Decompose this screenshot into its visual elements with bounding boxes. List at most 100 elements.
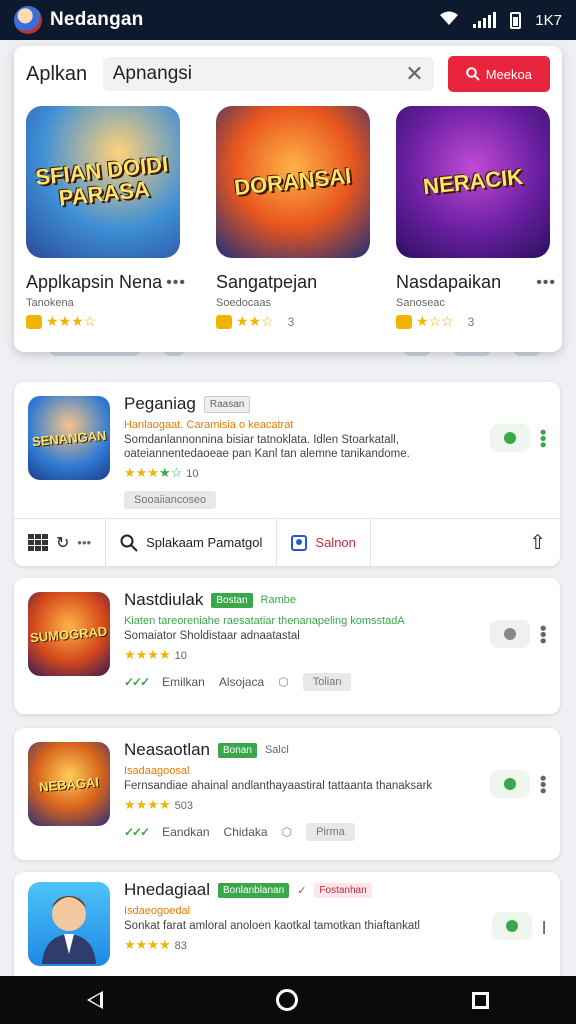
app-card[interactable]: Hnedagiaal Bonlanblanan ✓ Fostanhan Isdaeog… bbox=[14, 872, 560, 992]
search-box[interactable]: ✕ bbox=[102, 57, 434, 91]
app-rating: ★★★★☆ 10 bbox=[124, 465, 470, 481]
toolbar-salon-label: Salnon bbox=[315, 535, 356, 550]
more-vertical-icon[interactable]: ••• bbox=[533, 625, 553, 644]
featured-app-image[interactable]: SFIAN DOIDI PARASA bbox=[26, 106, 180, 258]
refresh-icon[interactable]: ↻ bbox=[56, 533, 69, 553]
more-vertical-icon[interactable]: | bbox=[542, 919, 546, 933]
more-icon[interactable]: ••• bbox=[77, 535, 91, 550]
meta-left: Emilkan bbox=[162, 675, 205, 689]
featured-app[interactable]: DORANSAI Sangatpejan Soedocaas ★★☆ 3 bbox=[216, 106, 376, 330]
app-actions: ••• bbox=[490, 424, 553, 452]
toolbar-search-label: Splakaam Pamatgol bbox=[146, 535, 263, 550]
person-avatar-icon bbox=[42, 896, 96, 964]
featured-app-name: Applkapsin Nena bbox=[26, 272, 163, 292]
search-button[interactable]: Meekoa bbox=[447, 56, 550, 92]
toolbar-left: ↻ ••• bbox=[14, 519, 107, 566]
meta-left: Eandkan bbox=[162, 825, 210, 839]
rating: ★☆☆ 3 bbox=[396, 313, 556, 330]
card-toolbar: ↻ ••• Splakaam Pamatgol Salnon ⇧ bbox=[14, 518, 560, 566]
toggle-icon bbox=[504, 432, 516, 444]
grid-icon[interactable] bbox=[28, 533, 48, 552]
app-icon[interactable] bbox=[28, 882, 110, 966]
more-vertical-icon[interactable]: ••• bbox=[533, 775, 553, 794]
featured-app-image[interactable]: NERACIK bbox=[396, 106, 550, 258]
featured-app-subtitle: Tanokena bbox=[26, 297, 74, 309]
meta-pill[interactable]: Tolian bbox=[302, 673, 352, 691]
search-row: Aplkan ✕ Meekoa bbox=[26, 56, 550, 92]
badge-icon bbox=[26, 314, 42, 329]
app-title: Nastdiulak bbox=[124, 590, 204, 609]
app-card[interactable]: NEBAGAI Neasaotlan Bonan Salcl Isadaagoosa… bbox=[14, 728, 560, 860]
toolbar-search[interactable]: Splakaam Pamatgol bbox=[106, 519, 278, 566]
check-icon: ✓✓✓ bbox=[124, 825, 150, 839]
user-icon bbox=[291, 534, 308, 551]
rating-count: 83 bbox=[174, 940, 187, 952]
more-icon[interactable]: ••• bbox=[166, 274, 186, 292]
app-tag: Bostan bbox=[211, 592, 253, 608]
app-actions: ••• bbox=[490, 770, 553, 798]
badge-icon bbox=[216, 314, 232, 329]
app-icon[interactable]: SUMOGRAD bbox=[28, 592, 110, 676]
app-tag-extra: Rambe bbox=[260, 594, 296, 606]
back-icon[interactable] bbox=[86, 991, 103, 1009]
featured-app-subtitle: Soedocaas bbox=[216, 297, 272, 309]
app-card[interactable]: SENANGAN Peganiag Raasan Hanlaogaat. Cara… bbox=[14, 382, 560, 566]
rating-stars: ★☆☆ bbox=[416, 313, 454, 329]
meta-pill[interactable]: Pirma bbox=[306, 823, 355, 841]
featured-app[interactable]: NERACIK Nasdapaikan ••• Sanoseac ★☆☆ 3 bbox=[396, 106, 556, 330]
toolbar-share[interactable]: ⇧ bbox=[515, 519, 560, 566]
app-icon-text: NEBAGAI bbox=[38, 773, 100, 795]
featured-app-art-text: DORANSAI bbox=[233, 163, 353, 201]
install-toggle[interactable] bbox=[490, 770, 530, 798]
app-avatar bbox=[14, 6, 42, 34]
install-toggle[interactable] bbox=[490, 620, 530, 648]
app-title: Nedangan bbox=[50, 9, 144, 30]
app-footer-badge: Sooaiiancoseo bbox=[124, 491, 217, 509]
rating-count: 10 bbox=[186, 468, 199, 480]
app-tag: Bonlanblanan bbox=[218, 882, 290, 898]
rating-count: 3 bbox=[467, 314, 475, 329]
app-subtitle: Isdaeogoedal bbox=[124, 905, 191, 917]
clear-icon[interactable]: ✕ bbox=[405, 61, 423, 87]
app-description: Somdanlannonnina bisiar tatnoklata. Idle… bbox=[124, 434, 410, 460]
featured-app[interactable]: SFIAN DOIDI PARASA Applkapsin Nena ••• Ta… bbox=[26, 106, 186, 330]
meta-mid: Alsojaca bbox=[218, 675, 265, 689]
rating-stars: ★★☆ bbox=[236, 313, 274, 329]
app-tag-extra: Fostanhan bbox=[314, 882, 372, 898]
meta-mid: Chidaka bbox=[223, 825, 268, 839]
status-bar: Nedangan 1K7 bbox=[0, 0, 576, 40]
share-icon[interactable]: ⇧ bbox=[529, 530, 546, 555]
app-title: Peganiag bbox=[124, 394, 196, 413]
install-toggle[interactable] bbox=[490, 424, 530, 452]
app-subtitle: Isadaagoosal bbox=[124, 765, 190, 777]
app-icon-text: SUMOGRAD bbox=[29, 623, 109, 645]
featured-app-image[interactable]: DORANSAI bbox=[216, 106, 370, 258]
app-card[interactable]: SUMOGRAD Nastdiulak Bostan Rambe Kiaten ta… bbox=[14, 578, 560, 714]
home-icon[interactable] bbox=[276, 989, 299, 1011]
rating-stars: ★★★★ bbox=[124, 797, 171, 812]
wifi-icon bbox=[439, 10, 459, 30]
recents-icon[interactable] bbox=[472, 991, 490, 1009]
system-icons: 1K7 bbox=[439, 10, 562, 30]
app-rating: ★★★★ 10 bbox=[124, 647, 470, 663]
search-icon bbox=[120, 534, 138, 552]
featured-app-name: Sangatpejan bbox=[216, 272, 318, 292]
toggle-icon bbox=[506, 920, 519, 932]
more-vertical-icon[interactable]: ••• bbox=[533, 429, 553, 448]
app-icon[interactable]: NEBAGAI bbox=[28, 742, 110, 826]
app-tag: Bonan bbox=[218, 742, 257, 758]
battery-icon bbox=[510, 11, 522, 29]
system-nav-bar bbox=[0, 976, 576, 1024]
app-actions: | bbox=[492, 912, 546, 940]
app-title: Neasaotlan bbox=[124, 740, 211, 759]
app-title: Hnedagiaal bbox=[124, 880, 211, 899]
app-icon[interactable]: SENANGAN bbox=[28, 396, 110, 480]
toolbar-salon[interactable]: Salnon bbox=[277, 519, 371, 566]
more-icon[interactable]: ••• bbox=[536, 274, 556, 292]
rating: ★★★☆ bbox=[26, 313, 186, 330]
status-time: 1K7 bbox=[535, 11, 562, 29]
rating-count: 10 bbox=[174, 650, 187, 662]
install-toggle[interactable] bbox=[492, 912, 533, 940]
app-rating: ★★★★ 83 bbox=[124, 937, 470, 953]
search-input[interactable] bbox=[112, 63, 406, 85]
